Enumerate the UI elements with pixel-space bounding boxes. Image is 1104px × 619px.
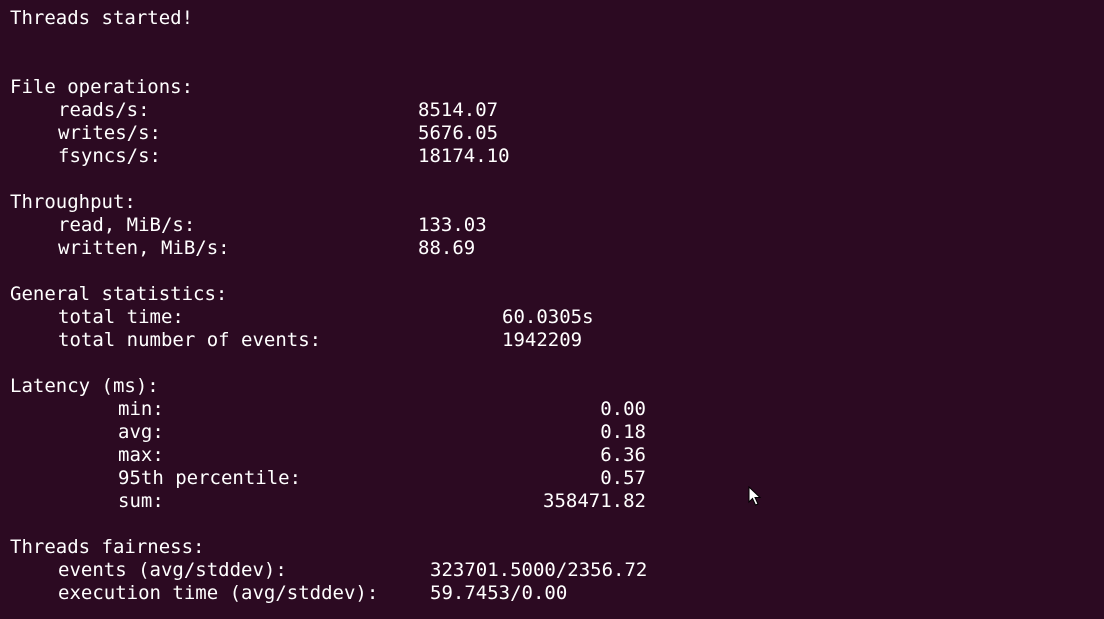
latency-row-sum: sum: 358471.82 — [0, 490, 1104, 513]
banner-text: Threads started! — [10, 7, 194, 29]
row-label: 95th percentile: — [118, 467, 302, 489]
row-label: written, MiB/s: — [58, 237, 230, 259]
row-label: avg: — [118, 421, 164, 443]
row-label: fsyncs/s: — [58, 145, 161, 167]
row-value: 1942209 — [502, 329, 583, 351]
row-label: sum: — [118, 490, 164, 512]
row-value: 323701.5000/2356.72 — [430, 559, 648, 581]
throughput-heading: Throughput: — [10, 191, 136, 213]
file-op-row-writes: writes/s: 5676.05 — [0, 122, 1104, 145]
general-row-total-events: total number of events: 1942209 — [0, 329, 1104, 352]
row-label: execution time (avg/stddev): — [58, 582, 379, 604]
row-value: 88.69 — [418, 237, 476, 259]
general-row-total-time: total time: 60.0305s — [0, 306, 1104, 329]
latency-heading: Latency (ms): — [10, 375, 159, 397]
fairness-row-execution-time: execution time (avg/stddev): 59.7453/0.0… — [0, 582, 1104, 605]
row-value: 0.00 — [600, 398, 646, 420]
fairness-row-events: events (avg/stddev): 323701.5000/2356.72 — [0, 559, 1104, 582]
latency-row-avg: avg: 0.18 — [0, 421, 1104, 444]
row-value: 358471.82 — [543, 490, 646, 512]
row-label: total number of events: — [58, 329, 322, 351]
latency-row-max: max: 6.36 — [0, 444, 1104, 467]
threads-fairness-heading: Threads fairness: — [10, 536, 205, 558]
row-value: 8514.07 — [418, 99, 499, 121]
row-label: max: — [118, 444, 164, 466]
row-value: 59.7453/0.00 — [430, 582, 568, 604]
latency-row-95th: 95th percentile: 0.57 — [0, 467, 1104, 490]
row-label: read, MiB/s: — [58, 214, 196, 236]
general-statistics-heading: General statistics: — [10, 283, 228, 305]
file-op-row-fsyncs: fsyncs/s: 18174.10 — [0, 145, 1104, 168]
row-label: min: — [118, 398, 164, 420]
row-value: 0.57 — [600, 467, 646, 489]
row-label: reads/s: — [58, 99, 150, 121]
row-value: 133.03 — [418, 214, 487, 236]
latency-row-min: min: 0.00 — [0, 398, 1104, 421]
file-op-row-reads: reads/s: 8514.07 — [0, 99, 1104, 122]
throughput-row-written: written, MiB/s: 88.69 — [0, 237, 1104, 260]
mouse-pointer-icon — [748, 486, 762, 506]
row-label: writes/s: — [58, 122, 161, 144]
row-label: events (avg/stddev): — [58, 559, 287, 581]
file-operations-heading: File operations: — [10, 76, 194, 98]
row-label: total time: — [58, 306, 184, 328]
throughput-row-read: read, MiB/s: 133.03 — [0, 214, 1104, 237]
row-value: 5676.05 — [418, 122, 499, 144]
row-value: 6.36 — [600, 444, 646, 466]
row-value: 0.18 — [600, 421, 646, 443]
row-value: 18174.10 — [418, 145, 510, 167]
terminal-window[interactable]: Threads started! File operations: reads/… — [0, 0, 1104, 619]
row-value: 60.0305s — [502, 306, 594, 328]
